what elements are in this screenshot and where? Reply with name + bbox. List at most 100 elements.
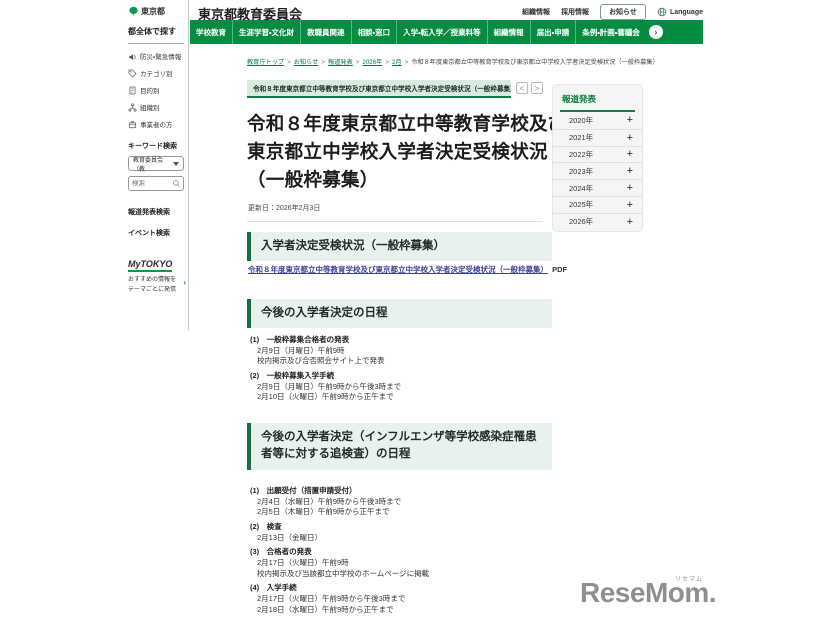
schedule-item-line: 2月9日（月曜日）午前9時から午後3時まで	[257, 382, 552, 393]
schedule-item-label: (2) 一般枠募集入学手続	[250, 371, 552, 382]
pdf-link-line: 令和８年度東京都立中等教育学校及び東京都立中学校入学者決定受検状況（一般枠募集）…	[248, 264, 567, 275]
breadcrumb-link-notice[interactable]: お知らせ	[294, 59, 319, 66]
press-year-label: 2025年	[569, 199, 593, 210]
gnav-school-education[interactable]: 学校教育	[190, 20, 232, 44]
schedule-item-line: 2月4日（水曜日）午前9時から午後3時まで	[257, 497, 552, 508]
press-year-2023[interactable]: 2023年 +	[553, 162, 642, 179]
org-chart-icon	[128, 103, 137, 112]
press-year-label: 2021年	[569, 132, 593, 143]
sidebar-item-label: カテゴリ別	[140, 68, 173, 78]
sidebar-item-emergency[interactable]: 防災・緊急情報	[128, 51, 184, 61]
global-nav: 学校教育 生涯学習・文化財 教職員関連 相談・窓口 入学・転入学／授業料等 組織…	[190, 20, 703, 44]
sidebar-item-purpose[interactable]: 目的別	[128, 85, 184, 95]
press-year-2024[interactable]: 2024年 +	[553, 179, 642, 196]
page-title-line: （一般枠募集）	[247, 166, 569, 194]
plus-icon: +	[627, 182, 633, 194]
breadcrumb-link-feb[interactable]: 2月	[392, 59, 402, 66]
press-year-2020[interactable]: 2020年 +	[553, 112, 642, 129]
gnav-consultation[interactable]: 相談・窓口	[351, 20, 397, 44]
breadcrumb-separator: >	[321, 59, 325, 66]
breadcrumb-separator: >	[405, 59, 409, 66]
watermark-ruby: リセマム	[675, 574, 703, 583]
globe-icon	[657, 7, 667, 17]
gnav-org-info[interactable]: 組織情報	[487, 20, 530, 44]
sidebar-item-label: 事業者の方	[140, 119, 173, 129]
schedule-item-line: 2月9日（月曜日）午前9時	[257, 346, 552, 357]
press-year-2022[interactable]: 2022年 +	[553, 146, 642, 163]
plus-icon: +	[627, 165, 633, 177]
search-icon[interactable]	[172, 179, 181, 188]
press-year-2025[interactable]: 2025年 +	[553, 196, 642, 213]
pager-buttons: < >	[516, 82, 543, 94]
page-title-line: 令和８年度東京都立中等教育学校及び	[247, 110, 569, 138]
notice-button[interactable]: お知らせ	[600, 4, 646, 20]
watermark-resemom: ReseMom. リセマム	[580, 577, 716, 609]
language-switcher[interactable]: Language	[657, 7, 703, 17]
breadcrumb-link-press[interactable]: 報道発表	[328, 59, 353, 66]
sidebar-item-category[interactable]: カテゴリ別	[128, 68, 184, 78]
tokyo-ginkgo-icon	[128, 6, 139, 17]
gnav-notifications[interactable]: 届出・申請	[530, 20, 576, 44]
schedule-item-line: 校内掲示及び当該都立中学校のホームページに掲載	[257, 569, 552, 580]
plus-icon: +	[627, 216, 633, 228]
pdf-link[interactable]: 令和８年度東京都立中等教育学校及び東京都立中学校入学者決定受検状況（一般枠募集）	[248, 265, 548, 274]
gnav-ordinances[interactable]: 条例・計画・審議会	[575, 20, 646, 44]
tag-icon	[128, 69, 137, 78]
utility-nav: 組織情報 採用情報 お知らせ Language	[522, 4, 703, 20]
press-year-label: 2022年	[569, 149, 593, 160]
next-page-button[interactable]: >	[531, 82, 543, 94]
breadcrumb-separator: >	[356, 59, 360, 66]
section-heading-exam-status: 入学者決定受検状況（一般枠募集）	[247, 232, 552, 261]
sidebar-item-label: 防災・緊急情報	[140, 51, 181, 61]
tokyo-logo[interactable]: 東京都	[128, 6, 184, 17]
page-title: 令和８年度東京都立中等教育学校及び 東京都立中学校入学者決定受検状況 （一般枠募…	[247, 110, 569, 193]
breadcrumb-link-top[interactable]: 教育庁トップ	[247, 59, 284, 66]
press-year-2021[interactable]: 2021年 +	[553, 129, 642, 146]
nav-scroll-right-button[interactable]: ›	[649, 25, 663, 39]
mytokyo-desc-line1: おすすめの情報を	[128, 276, 186, 286]
mytokyo-logo[interactable]: MyTOKYO	[128, 259, 172, 272]
prev-page-button[interactable]: <	[516, 82, 528, 94]
schedule-item-line: 2月17日（火曜日）午前9時	[257, 558, 552, 569]
search-field-wrap	[128, 176, 184, 191]
gnav-lifelong-learning[interactable]: 生涯学習・文化財	[232, 20, 300, 44]
breadcrumb-separator: >	[385, 59, 389, 66]
divider	[247, 221, 543, 222]
category-select[interactable]: 教育委員会（教	[128, 156, 184, 171]
event-search-link[interactable]: イベント検索	[128, 228, 184, 238]
press-box-title: 報道発表	[553, 85, 642, 110]
org-info-link[interactable]: 組織情報	[522, 7, 550, 17]
search-all-tokyo-label[interactable]: 都全体で探す	[128, 17, 184, 44]
sidebar-item-organization[interactable]: 組織別	[128, 102, 184, 112]
plus-icon: +	[627, 148, 633, 160]
pdf-suffix: PDF	[552, 265, 567, 274]
section-heading-makeup-exam: 今後の入学者決定（インフルエンザ等学校感染症罹患者等に対する追検査）の日程	[247, 423, 552, 470]
press-year-label: 2023年	[569, 166, 593, 177]
schedule-item-line: 2月13日（金曜日）	[257, 533, 552, 544]
keyword-search-label: キーワード検索	[128, 141, 184, 151]
section-heading-schedule: 今後の入学者決定の日程	[247, 299, 552, 328]
mytokyo-description[interactable]: おすすめの情報を テーマごとに発信 ›	[128, 276, 186, 295]
breadcrumb-separator: >	[287, 59, 291, 66]
gnav-admission-tuition[interactable]: 入学・転入学／授業料等	[396, 20, 487, 44]
schedule-list-general: (1) 一般枠募集合格者の発表 2月9日（月曜日）午前9時 校内掲示及び合否照会…	[250, 331, 552, 403]
gnav-teaching-staff[interactable]: 教職員関連	[300, 20, 351, 44]
sidebar-item-business[interactable]: 事業者の方	[128, 119, 184, 129]
press-release-search-link[interactable]: 報道発表検索	[128, 207, 184, 217]
press-year-2026[interactable]: 2026年 +	[553, 213, 642, 230]
recruit-info-link[interactable]: 採用情報	[561, 7, 589, 17]
page-pager-title: 令和８年度東京都立中等教育学校及び東京都立中学校入学者決定受検状況（一般枠募集）	[247, 80, 511, 98]
search-input[interactable]	[132, 180, 172, 187]
schedule-item-line: 2月10日（火曜日）午前9時から正午まで	[257, 392, 552, 403]
sidebar-item-label: 目的別	[140, 85, 160, 95]
sidebar-nav: 防災・緊急情報 カテゴリ別 目的別 組織別 事業者の方	[128, 51, 184, 129]
category-select-value: 教育委員会（教	[133, 155, 173, 173]
breadcrumb-link-2026[interactable]: 2026年	[362, 59, 382, 66]
plus-icon: +	[627, 132, 633, 144]
schedule-item-label: (4) 入学手続	[250, 583, 552, 594]
tokyo-metro-sidebar: 東京都 都全体で探す 防災・緊急情報 カテゴリ別 目的別 組織別	[120, 0, 189, 330]
page-title-line: 東京都立中学校入学者決定受検状況	[247, 138, 569, 166]
schedule-item-line: 校内掲示及び合否照会サイト上で発表	[257, 356, 552, 367]
plus-icon: +	[627, 114, 633, 126]
megaphone-icon	[128, 52, 137, 61]
